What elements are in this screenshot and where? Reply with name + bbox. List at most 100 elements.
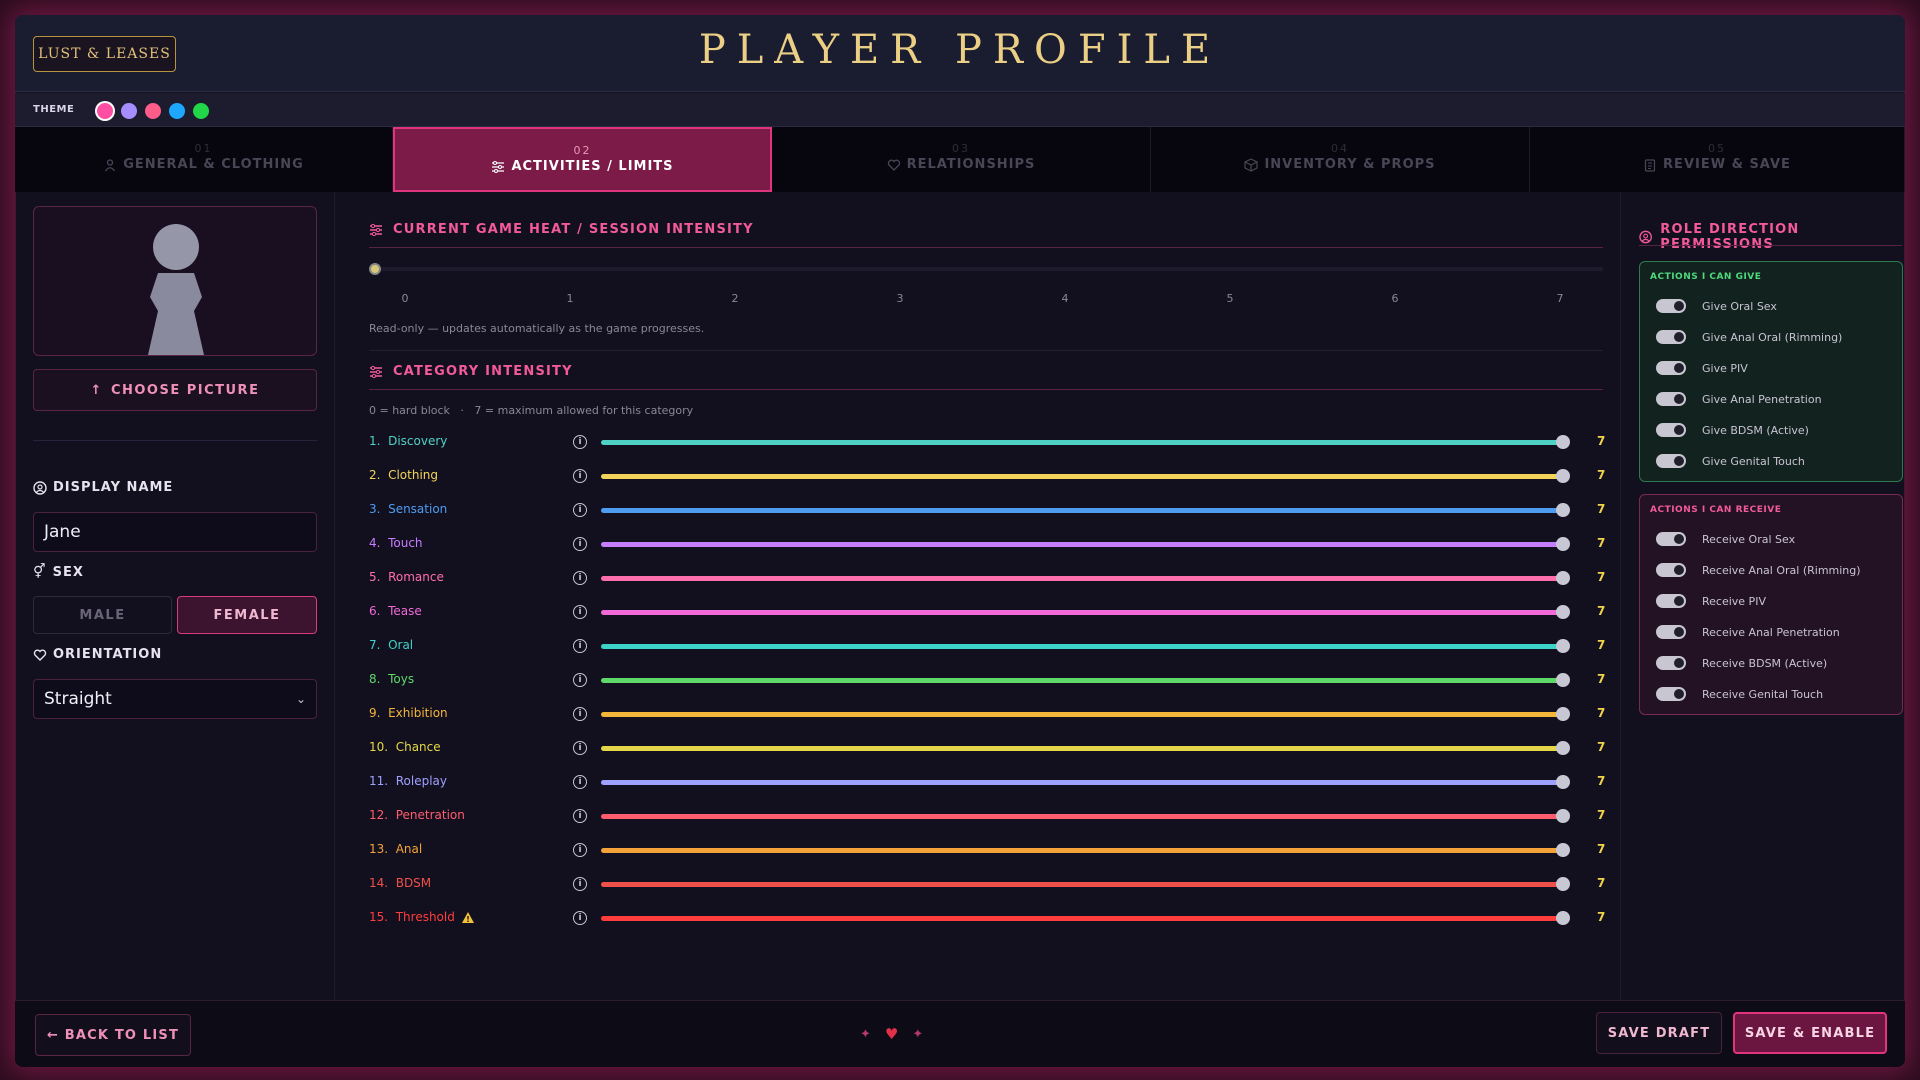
category-label-text: 15. Threshold [369,910,455,924]
tab-label: GENERAL & CLOTHING [15,157,392,172]
theme-swatch-violet[interactable] [121,103,137,119]
category-slider-track[interactable] [601,916,1563,921]
sex-option-male[interactable]: MALE [33,596,172,634]
info-icon[interactable]: i [573,605,587,619]
category-value: 7 [1597,638,1606,652]
category-slider-knob[interactable] [1556,537,1570,551]
toggle-switch[interactable] [1656,330,1686,344]
toggle-switch[interactable] [1656,299,1686,313]
category-slider-knob[interactable] [1556,775,1570,789]
toggle-switch[interactable] [1656,687,1686,701]
category-slider-track[interactable] [601,746,1563,751]
divider [33,440,317,441]
category-slider-knob[interactable] [1556,741,1570,755]
toggle-switch[interactable] [1656,532,1686,546]
toggle-switch[interactable] [1656,656,1686,670]
back-to-list-button[interactable]: ← BACK TO LIST [35,1014,191,1056]
theme-swatch-sky[interactable] [169,103,185,119]
orientation-select[interactable]: Straight ⌄ [33,679,317,719]
category-slider-knob[interactable] [1556,911,1570,925]
category-slider-track[interactable] [601,712,1563,717]
tab-general-clothing[interactable]: 01 GENERAL & CLOTHING [15,127,393,192]
info-icon[interactable]: i [573,741,587,755]
tab-activities-limits[interactable]: 02 ACTIVITIES / LIMITS [393,127,772,192]
category-label: 8. Toys [369,672,414,686]
category-slider-knob[interactable] [1556,605,1570,619]
theme-swatch-green[interactable] [193,103,209,119]
info-icon[interactable]: i [573,639,587,653]
category-slider-track[interactable] [601,848,1563,853]
tab-number: 03 [952,142,970,155]
category-slider-knob[interactable] [1556,673,1570,687]
info-icon[interactable]: i [573,435,587,449]
toggle-switch[interactable] [1656,423,1686,437]
category-slider-track[interactable] [601,678,1563,683]
category-slider-knob[interactable] [1556,843,1570,857]
person-silhouette-icon [148,224,204,355]
heat-title-underline [369,247,1603,248]
category-slider-track[interactable] [601,814,1563,819]
tab-number: 04 [1331,142,1349,155]
sex-option-female[interactable]: FEMALE [177,596,317,634]
category-slider-track[interactable] [601,644,1563,649]
info-icon[interactable]: i [573,707,587,721]
info-icon[interactable]: i [573,775,587,789]
category-slider-track[interactable] [601,882,1563,887]
receive-permission-item: Receive Anal Oral (Rimming) [1656,560,1861,580]
info-icon[interactable]: i [573,503,587,517]
sliders-icon [491,160,505,174]
category-slider-track[interactable] [601,780,1563,785]
category-label-text: 2. Clothing [369,468,438,482]
category-value: 7 [1597,672,1606,686]
category-slider-knob[interactable] [1556,571,1570,585]
user-circle-icon [33,480,47,495]
category-label-text: 9. Exhibition [369,706,448,720]
tab-inventory-props[interactable]: 04 INVENTORY & PROPS [1151,127,1530,192]
category-slider-track[interactable] [601,508,1563,513]
category-slider-knob[interactable] [1556,639,1570,653]
category-legend: 0 = hard block · 7 = maximum allowed for… [369,404,694,417]
info-icon[interactable]: i [573,469,587,483]
toggle-switch[interactable] [1656,563,1686,577]
info-icon[interactable]: i [573,673,587,687]
permission-label: Give Anal Penetration [1702,392,1822,406]
category-slider-knob[interactable] [1556,435,1570,449]
theme-swatch-rose[interactable] [145,103,161,119]
info-icon[interactable]: i [573,571,587,585]
toggle-switch[interactable] [1656,454,1686,468]
heat-tick-label: 6 [1391,292,1399,305]
category-slider-track[interactable] [601,576,1563,581]
info-icon[interactable]: i [573,809,587,823]
permission-label: Give Anal Oral (Rimming) [1702,330,1843,344]
app-window: LUST & LEASES PLAYER PROFILE THEME 01 GEN… [15,15,1905,1067]
toggle-switch[interactable] [1656,625,1686,639]
category-label: 5. Romance [369,570,444,584]
orientation-label: ORIENTATION [33,647,162,662]
category-slider-knob[interactable] [1556,469,1570,483]
category-slider-track[interactable] [601,542,1563,547]
tab-relationships[interactable]: 03 RELATIONSHIPS [772,127,1151,192]
info-icon[interactable]: i [573,877,587,891]
save-and-enable-button[interactable]: SAVE & ENABLE [1733,1012,1887,1054]
tab-review-save[interactable]: 05 REVIEW & SAVE [1530,127,1905,192]
category-slider-knob[interactable] [1556,809,1570,823]
toggle-switch[interactable] [1656,392,1686,406]
toggle-switch[interactable] [1656,361,1686,375]
info-icon[interactable]: i [573,911,587,925]
save-draft-button[interactable]: SAVE DRAFT [1596,1012,1722,1054]
category-label-text: 5. Romance [369,570,444,584]
category-row: 1. Discovery i 7 [369,430,1605,454]
info-icon[interactable]: i [573,843,587,857]
category-slider-knob[interactable] [1556,707,1570,721]
theme-swatch-pink[interactable] [97,103,113,119]
category-slider-track[interactable] [601,440,1563,445]
category-label: 15. Threshold [369,910,475,924]
choose-picture-button[interactable]: ↑ CHOOSE PICTURE [33,369,317,411]
category-slider-track[interactable] [601,610,1563,615]
info-icon[interactable]: i [573,537,587,551]
toggle-switch[interactable] [1656,594,1686,608]
category-slider-knob[interactable] [1556,503,1570,517]
category-slider-track[interactable] [601,474,1563,479]
display-name-input[interactable]: Jane [33,512,317,552]
category-slider-knob[interactable] [1556,877,1570,891]
